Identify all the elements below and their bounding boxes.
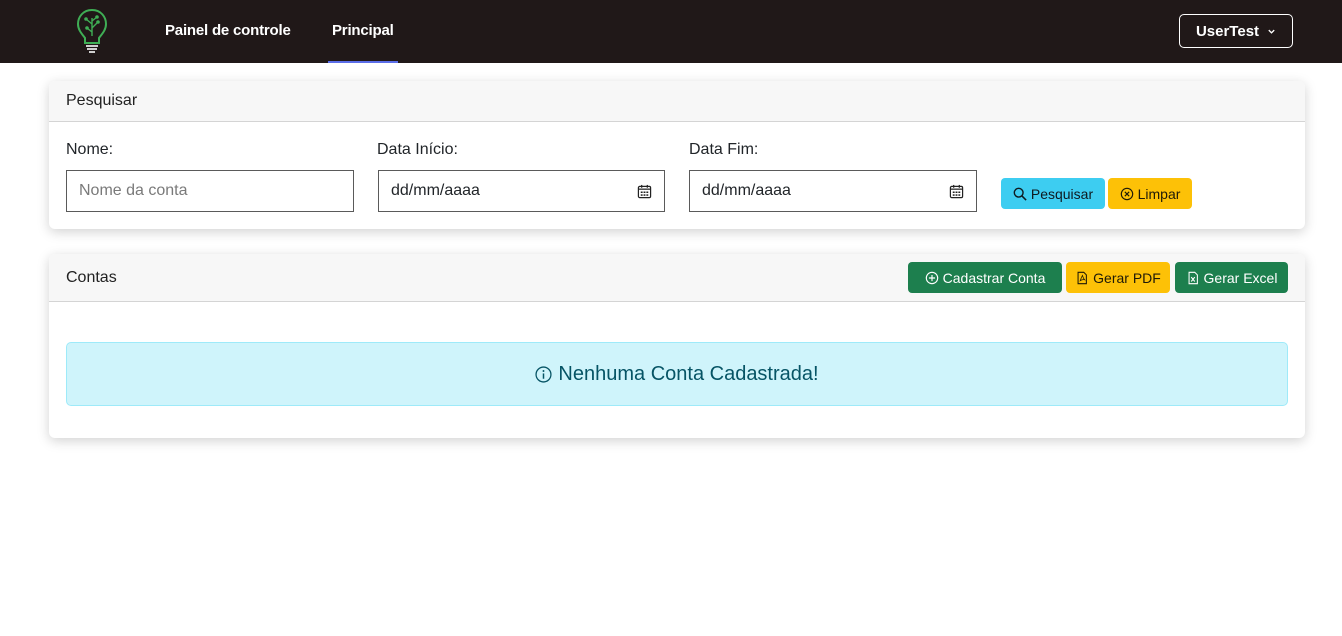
data-inicio-input[interactable]: dd/mm/aaaa	[378, 170, 665, 212]
generate-excel-button-label: Gerar Excel	[1203, 269, 1278, 286]
search-card: Pesquisar Nome: Nome da conta Data Iníci…	[49, 81, 1305, 229]
generate-pdf-button-label: Gerar PDF	[1093, 269, 1161, 286]
search-card-header: Pesquisar	[49, 81, 1305, 122]
plus-circle-icon	[925, 271, 938, 284]
data-inicio-value: dd/mm/aaaa	[391, 182, 480, 199]
generate-pdf-button[interactable]: Gerar PDF	[1066, 262, 1170, 293]
active-nav-indicator	[328, 61, 398, 63]
nome-label: Nome:	[66, 141, 114, 158]
user-menu-label: UserTest	[1195, 22, 1260, 40]
search-card-title: Pesquisar	[66, 92, 138, 109]
search-icon	[1013, 187, 1027, 201]
search-button-label: Pesquisar	[1030, 185, 1094, 202]
user-menu-button[interactable]: UserTest	[1179, 14, 1293, 48]
add-account-button[interactable]: Cadastrar Conta	[908, 262, 1062, 293]
file-pdf-icon	[1077, 271, 1088, 284]
search-button[interactable]: Pesquisar	[1001, 178, 1105, 209]
top-navbar: Painel de controle Principal UserTest	[0, 0, 1342, 63]
lightbulb-logo-icon[interactable]	[75, 6, 109, 54]
empty-accounts-message: Nenhuma Conta Cadastrada!	[558, 362, 819, 385]
nav-link-principal[interactable]: Principal	[332, 22, 394, 39]
calendar-icon[interactable]	[637, 184, 652, 199]
info-circle-icon	[535, 365, 552, 383]
file-excel-icon	[1188, 271, 1198, 284]
data-fim-value: dd/mm/aaaa	[702, 182, 791, 199]
accounts-card-title: Contas	[66, 269, 117, 286]
accounts-card-header: Contas Cadastrar Conta Gerar PDF Gerar E…	[49, 254, 1305, 302]
data-fim-input[interactable]: dd/mm/aaaa	[689, 170, 977, 212]
calendar-icon[interactable]	[949, 184, 964, 199]
nav-link-painel-de-controle[interactable]: Painel de controle	[165, 22, 291, 39]
data-inicio-label: Data Início:	[377, 141, 458, 158]
nome-input[interactable]: Nome da conta	[66, 170, 354, 212]
clear-button-label: Limpar	[1137, 185, 1181, 202]
empty-accounts-alert: Nenhuma Conta Cadastrada!	[66, 342, 1288, 406]
accounts-card: Contas Cadastrar Conta Gerar PDF Gerar E…	[49, 254, 1305, 438]
x-circle-icon	[1120, 187, 1133, 200]
clear-button[interactable]: Limpar	[1108, 178, 1192, 209]
chevron-down-icon	[1268, 29, 1275, 34]
add-account-button-label: Cadastrar Conta	[942, 269, 1046, 286]
generate-excel-button[interactable]: Gerar Excel	[1175, 262, 1288, 293]
data-fim-label: Data Fim:	[689, 141, 759, 158]
